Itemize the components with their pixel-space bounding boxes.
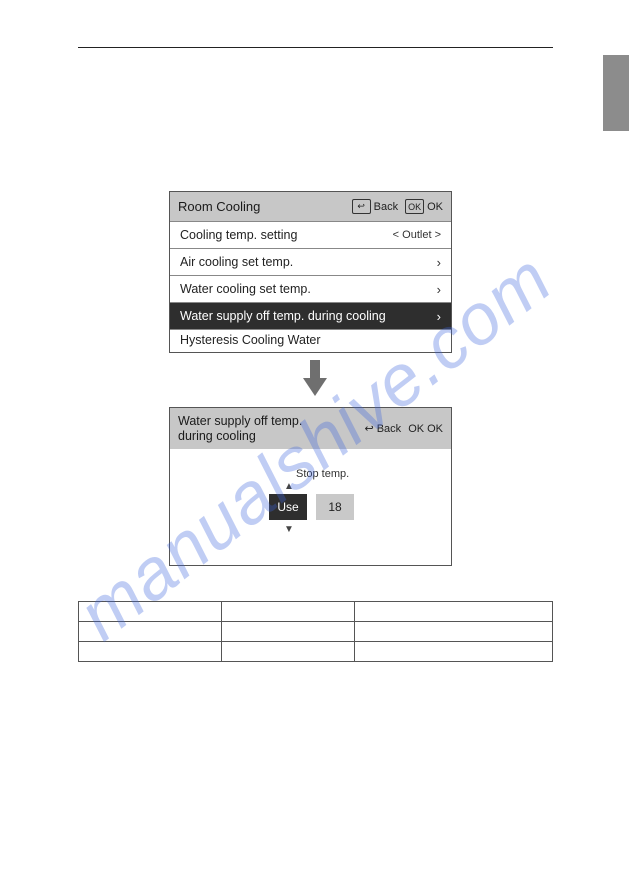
menu-item-hysteresis-cooling-water[interactable]: Hysteresis Cooling Water [170, 329, 451, 350]
screen2-header: Water supply off temp.during cooling ↩ B… [170, 408, 451, 449]
table-row [79, 642, 553, 662]
chevron-right-icon: › [437, 309, 441, 324]
row-value: < Outlet > [393, 229, 441, 241]
menu-item-water-supply-off-temp[interactable]: Water supply off temp. during cooling › [170, 302, 451, 329]
back-label: Back [374, 201, 398, 213]
row-label: Air cooling set temp. [180, 255, 433, 269]
mode-pill[interactable]: Use [269, 494, 307, 520]
ok-icon: OK [405, 199, 424, 214]
screen-room-cooling: Room Cooling ↩ Back OK OK Cooling temp. … [169, 191, 452, 353]
screen2-title: Water supply off temp.during cooling [178, 414, 358, 443]
back-button[interactable]: ↩ Back [365, 422, 402, 435]
value-pill[interactable]: 18 [316, 494, 354, 520]
menu-item-cooling-temp-setting[interactable]: Cooling temp. setting < Outlet > [170, 221, 451, 248]
ok-button[interactable]: OK OK [408, 423, 443, 435]
row-label: Cooling temp. setting [180, 228, 393, 242]
chevron-down-icon[interactable]: ▼ [283, 525, 295, 535]
row-label: Water supply off temp. during cooling [180, 309, 433, 323]
row-label: Water cooling set temp. [180, 282, 433, 296]
value-control: Use 18 [269, 494, 354, 520]
back-button[interactable]: ↩ Back [352, 199, 398, 214]
page-side-tab [603, 55, 629, 131]
screen2-body: Stop temp. ▲ Use 18 ▼ [170, 449, 451, 565]
chevron-up-icon[interactable]: ▲ [283, 482, 295, 492]
screen1-header: Room Cooling ↩ Back OK OK [170, 192, 451, 221]
menu-item-water-cooling-set-temp[interactable]: Water cooling set temp. › [170, 275, 451, 302]
screen1-title: Room Cooling [178, 199, 345, 214]
back-label: Back [377, 423, 401, 435]
arrow-down-icon [303, 360, 327, 398]
chevron-right-icon: › [437, 282, 441, 297]
ok-icon: OK [408, 423, 424, 435]
section-label: Stop temp. [296, 468, 349, 480]
spec-table [78, 601, 553, 662]
ok-button[interactable]: OK OK [405, 199, 443, 214]
chevron-right-icon: › [437, 255, 441, 270]
table-row [79, 602, 553, 622]
header-rule [78, 47, 553, 48]
back-icon: ↩ [352, 199, 371, 214]
row-label: Hysteresis Cooling Water [180, 333, 441, 347]
ok-label: OK [427, 201, 443, 213]
menu-item-air-cooling-set-temp[interactable]: Air cooling set temp. › [170, 248, 451, 275]
screen-water-supply-off-temp: Water supply off temp.during cooling ↩ B… [169, 407, 452, 566]
ok-label: OK [427, 423, 443, 435]
back-icon: ↩ [365, 422, 374, 435]
table-row [79, 622, 553, 642]
